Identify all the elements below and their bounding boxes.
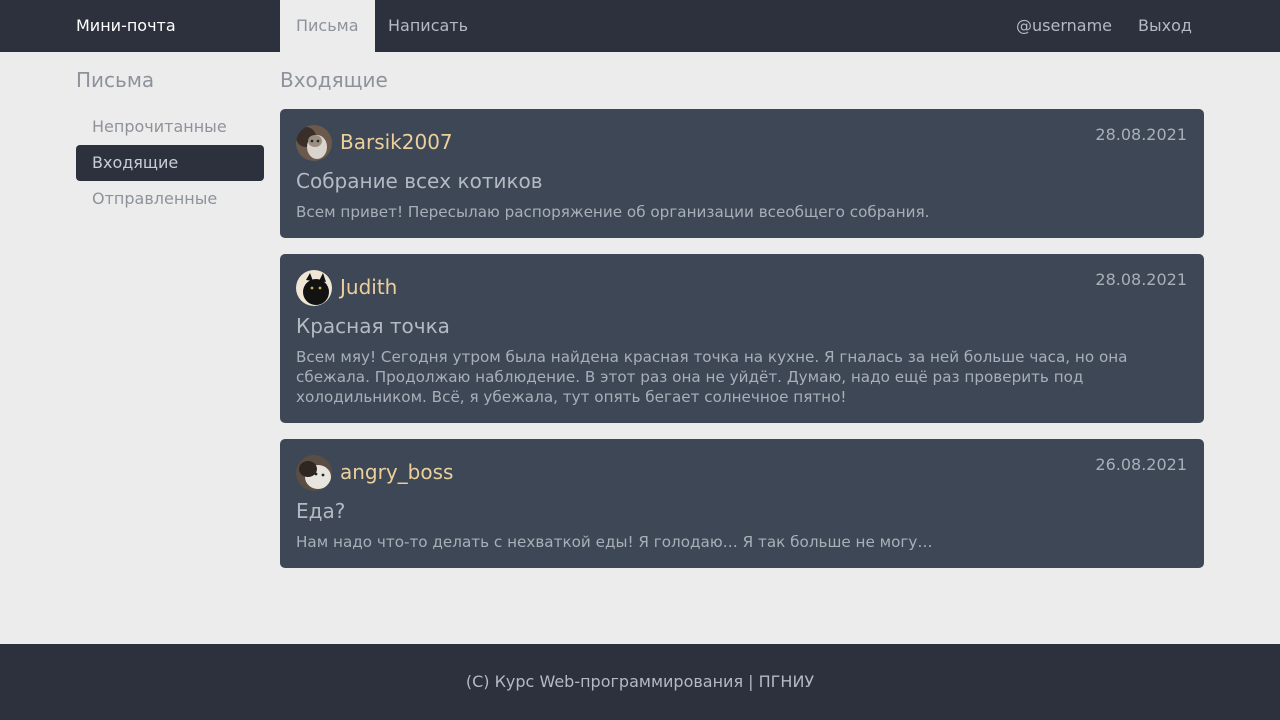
message-card[interactable]: Judith 28.08.2021 Красная точка Всем мяу… [280,254,1204,423]
sidebar-item-inbox[interactable]: Входящие [76,145,264,181]
message-date: 26.08.2021 [1095,455,1187,474]
message-subject: Собрание всех котиков [296,169,543,193]
sender-name: Barsik2007 [340,130,453,154]
message-date: 28.08.2021 [1095,125,1187,144]
message-date: 28.08.2021 [1095,270,1187,289]
sidebar-title: Письма [76,68,155,92]
avatar [296,125,332,161]
top-navbar: Мини-почта Письма Написать @username Вых… [0,0,1280,52]
message-preview: Всем мяу! Сегодня утром была найдена кра… [296,348,1128,406]
sender-name: Judith [340,275,398,299]
tab-compose[interactable]: Написать [372,0,484,52]
page-title: Входящие [280,68,388,92]
footer-copyright: (C) Курс Web-программирования | ПГНИУ [465,672,815,691]
avatar [296,455,332,491]
sidebar-item-sent[interactable]: Отправленные [76,181,264,217]
brand-link[interactable]: Мини-почта [76,0,176,52]
message-subject: Еда? [296,499,346,523]
username-link[interactable]: @username [1016,0,1112,52]
message-preview: Всем привет! Пересылаю распоряжение об о… [296,203,930,221]
tab-letters[interactable]: Письма [280,0,375,52]
message-card[interactable]: Barsik2007 28.08.2021 Собрание всех коти… [280,109,1204,238]
logout-link[interactable]: Выход [1138,0,1192,52]
sender-name: angry_boss [340,460,454,484]
footer: (C) Курс Web-программирования | ПГНИУ [0,644,1280,720]
message-card[interactable]: angry_boss 26.08.2021 Еда? Нам надо что-… [280,439,1204,568]
message-subject: Красная точка [296,314,450,338]
avatar [296,270,332,306]
message-preview: Нам надо что-то делать с нехваткой еды! … [296,533,933,551]
sidebar-item-unread[interactable]: Непрочитанные [76,109,264,145]
